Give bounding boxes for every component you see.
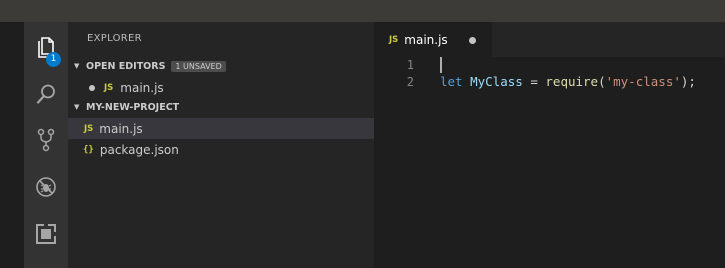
code-line[interactable]: let MyClass = require('my-class');	[440, 74, 696, 89]
source-control-icon	[37, 128, 55, 152]
tab-label: main.js	[404, 32, 448, 47]
search-action[interactable]	[24, 72, 68, 116]
expand-triangle-icon: ▼	[74, 103, 80, 111]
file-tree-item-package-json[interactable]: {} package.json	[68, 139, 374, 160]
code-token: (	[598, 74, 606, 89]
line-number: 1	[406, 58, 414, 72]
tab-main-js[interactable]: JS main.js	[374, 22, 492, 57]
line-number: 2	[406, 75, 414, 89]
code-token: let	[440, 74, 463, 89]
js-file-icon: JS	[104, 82, 114, 93]
debug-action[interactable]	[24, 165, 68, 209]
project-section-header[interactable]: ▼ MY-NEW-PROJECT	[68, 97, 374, 117]
open-editors-section-header[interactable]: ▼ OPEN EDITORS 1 UNSAVED	[68, 56, 374, 76]
unsaved-dot-icon	[89, 84, 95, 91]
file-tree-item-main-js[interactable]: JS main.js	[68, 118, 374, 139]
extensions-action[interactable]	[24, 212, 68, 256]
explorer-sidebar: EXPLORER ▼ OPEN EDITORS 1 UNSAVED JS mai…	[68, 22, 374, 268]
sidebar-title: EXPLORER	[87, 33, 142, 44]
code-token: 'my-class'	[605, 74, 681, 89]
search-icon	[36, 84, 55, 104]
open-editor-filename: main.js	[120, 80, 164, 95]
project-label: MY-NEW-PROJECT	[86, 101, 180, 113]
explorer-badge: 1	[46, 52, 61, 67]
window-titlebar	[0, 0, 725, 23]
unsaved-badge: 1 UNSAVED	[171, 60, 226, 72]
file-name: package.json	[99, 142, 179, 157]
editor-tab-bar: JS main.js	[374, 22, 725, 57]
code-token: =	[530, 74, 538, 89]
file-name: main.js	[99, 121, 143, 136]
code-token: require	[545, 74, 599, 89]
text-cursor	[440, 57, 442, 73]
js-file-icon: JS	[84, 123, 94, 134]
left-gutter	[0, 22, 24, 268]
json-file-icon: {}	[83, 144, 94, 155]
dirty-indicator-icon[interactable]	[469, 37, 476, 44]
explorer-action[interactable]: 1	[24, 26, 68, 70]
expand-triangle-icon: ▼	[74, 62, 80, 70]
code-token: MyClass	[470, 74, 523, 89]
code-token: ;	[688, 74, 696, 89]
source-control-action[interactable]	[24, 118, 68, 162]
open-editors-label: OPEN EDITORS	[86, 60, 166, 72]
activity-bar: 1	[24, 22, 68, 268]
open-editor-item[interactable]: JS main.js	[68, 77, 374, 98]
extensions-icon	[36, 223, 57, 244]
js-file-icon: JS	[389, 34, 399, 45]
code-editor[interactable]: 1 2 let MyClass = require('my-class');	[374, 57, 725, 268]
debug-icon	[36, 177, 56, 197]
